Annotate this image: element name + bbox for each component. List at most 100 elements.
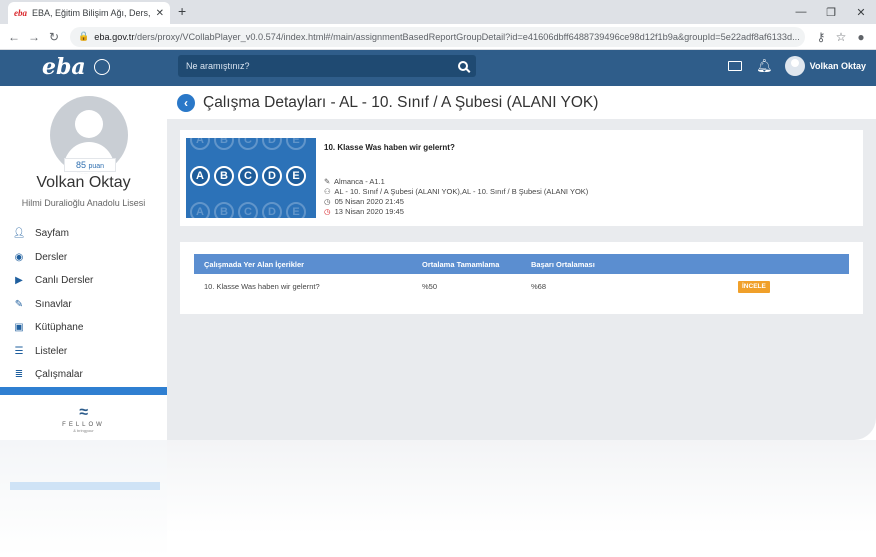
assignment-thumbnail[interactable]: A B C D E A B C D E A B C D E [186,138,316,218]
pencil-icon: ✎ [324,177,331,186]
sidebar-item-sayfam[interactable]: 👤︎ Sayfam [0,222,167,246]
thumb-letter: E [286,202,306,218]
pencil-icon: ✎ [14,298,24,310]
groups-text: AL - 10. Sınıf / A Şubesi (ALANI YOK),AL… [334,187,589,196]
assignment-start-date: ◷ 05 Nisan 2020 21:45 [324,197,404,206]
thumb-letter: A [190,138,210,150]
site-header: eba Ne aramıştınız? 🔔︎ Volkan Oktay [0,50,876,86]
key-icon[interactable]: ⚷ [811,30,831,44]
sidebar-item-dersler[interactable]: ◉ Dersler [0,246,167,270]
search-icon[interactable] [458,61,468,71]
incele-button[interactable]: İNCELE [738,281,770,293]
column-header: Çalışmada Yer Alan İçerikler [204,260,305,269]
thumb-letter: E [286,166,306,186]
group-icon: ⚇ [324,187,331,196]
tab-close-icon[interactable]: ✕ [156,8,164,19]
thumb-letter: D [262,138,282,150]
assignment-groups: ⚇ AL - 10. Sınıf / A Şubesi (ALANI YOK),… [324,187,588,196]
thumb-letter: D [262,202,282,218]
thumb-letter: C [238,202,258,218]
cell-content: 10. Klasse Was haben wir gelernt? [204,282,320,291]
profile-icon[interactable]: ● [851,30,871,44]
cell-completion: %50 [422,282,438,291]
url-path: /ders/proxy/VCollabPlayer_v0.0.574/index… [134,31,800,42]
tab-title: EBA, Eğitim Bilişim Ağı, Ders, Hal [32,8,152,18]
sidebar-item-listeler[interactable]: ☰ Listeler [0,340,167,364]
sidebar-item-label: Sınavlar [35,298,72,310]
sidebar-item-calismalar[interactable]: ≣ Çalışmalar [0,363,167,387]
restore-icon[interactable]: ❐ [816,0,846,24]
title-bar: ‹ Çalışma Detayları - AL - 10. Sınıf / A… [167,86,876,119]
thumb-letter: E [286,138,306,150]
assignment-card: A B C D E A B C D E A B C D E 10. Klasse… [180,130,863,226]
fellow-subtext: & bringyour [73,428,94,433]
thumb-letter: D [262,166,282,186]
sidebar-item-canli-dersler[interactable]: ▶ Canlı Dersler [0,269,167,293]
thumb-row-middle: A B C D E [190,166,310,186]
reflection-area [0,440,876,557]
sidebar-item-label: Dersler [35,251,68,263]
browser-tab-strip: eba EBA, Eğitim Bilişim Ağı, Ders, Hal ✕… [0,0,876,24]
clock-icon: ◷ [324,197,331,206]
points-label: puan [88,163,105,170]
report-table-card: Çalışmada Yer Alan İçerikler Ortalama Ta… [180,242,863,314]
sidebar-active-item[interactable] [0,386,167,395]
sidebar-item-sinavlar[interactable]: ✎ Sınavlar [0,293,167,317]
minimize-icon[interactable]: — [786,0,816,24]
cell-success: %68 [531,282,547,291]
sidebar-item-label: Listeler [35,345,68,357]
main-content: ‹ Çalışma Detayları - AL - 10. Sınıf / A… [167,86,876,440]
new-tab-button[interactable]: + [178,3,186,19]
sidebar-item-label: Çalışmalar [35,369,83,381]
search-box[interactable]: Ne aramıştınız? [178,55,476,77]
reflection-main [167,440,876,557]
reload-icon[interactable]: ↻ [44,30,64,44]
reflection-sidebar [0,440,167,557]
course-text: Almanca - A1.1 [333,177,385,186]
back-button[interactable]: ‹ [177,93,195,112]
back-arrow-icon[interactable]: ← [4,30,24,44]
reflection-active-bar [10,482,160,490]
ministry-seal-icon [93,59,110,75]
address-bar[interactable]: 🔒 eba.gov.tr /ders/proxy/VCollabPlayer_v… [70,26,805,47]
bell-icon[interactable]: 🔔︎ [756,58,773,74]
list-icon: ☰ [14,345,24,357]
column-header: Ortalama Tamamlama [422,260,500,269]
assignment-course: ✎ Almanca - A1.1 [324,177,385,186]
sidebar-item-label: Canlı Dersler [35,275,94,287]
assignment-end-date: ◷ 13 Nisan 2020 19:45 [324,207,404,216]
avatar[interactable] [784,56,805,76]
browser-toolbar: ← → ↻ 🔒 eba.gov.tr /ders/proxy/VCollabPl… [0,24,876,50]
toolbar-icons: ⚷ ☆ ● [811,30,871,44]
header-right: 🔔︎ Volkan Oktay [728,56,866,76]
assignments-icon: ≣ [14,369,24,381]
profile-name: Volkan Oktay [36,174,131,191]
search-input[interactable]: Ne aramıştınız? [186,61,458,71]
thumb-row-top: A B C D E [190,138,310,150]
sidebar-item-label: Sayfam [35,228,69,240]
thumb-letter: A [190,202,210,218]
end-date-text: 13 Nisan 2020 19:45 [334,207,404,216]
forward-arrow-icon[interactable]: → [24,30,44,44]
points-badge: 85 puan [64,158,116,172]
sidebar-item-kutuphane[interactable]: ▣ Kütüphane [0,316,167,340]
column-header: Başarı Ortalaması [531,260,595,269]
eba-logo[interactable]: eba [42,54,110,80]
thumb-letter: B [214,138,234,150]
window-close-icon[interactable]: ✕ [846,0,876,24]
fellow-logo: ≈ FELLOW & bringyour [0,404,167,433]
school-name: Hilmi Duralioğlu Anadolu Lisesi [21,198,146,208]
assignment-title: 10. Klasse Was haben wir gelernt? [324,143,455,152]
play-circle-icon: ◉ [14,251,24,263]
lock-icon: 🔒 [78,31,90,41]
user-name[interactable]: Volkan Oktay [810,61,866,71]
user-icon: 👤︎ [12,228,26,240]
eba-logo-text: eba [42,54,86,80]
eba-favicon-icon: eba [14,8,27,18]
star-icon[interactable]: ☆ [831,30,851,44]
mail-icon[interactable] [728,61,743,71]
library-icon: ▣ [14,322,24,334]
browser-tab[interactable]: eba EBA, Eğitim Bilişim Ağı, Ders, Hal ✕ [8,2,170,24]
thumb-row-bottom: A B C D E [190,202,310,218]
url-host: eba.gov.tr [94,31,135,42]
